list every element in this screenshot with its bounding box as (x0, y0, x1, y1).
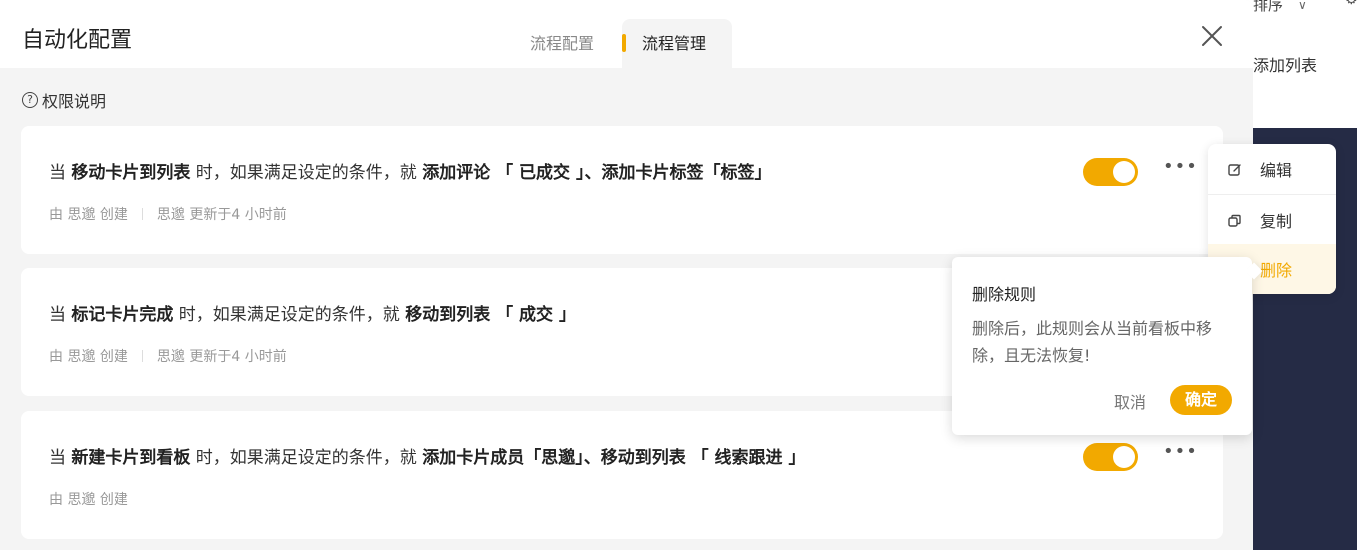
toggle-knob (1113, 446, 1135, 468)
meta-divider (141, 208, 143, 220)
rule-description: 当 新建卡片到看板 时，如果满足设定的条件，就 添加卡片成员「思邈」、移动到列表… (49, 443, 805, 468)
rule-action: 添加评论 「 已成交 」、添加卡片标签「标签」 (422, 163, 772, 183)
rule-prefix: 当 (49, 163, 72, 183)
rule-card: 当 移动卡片到列表 时，如果满足设定的条件，就 添加评论 「 已成交 」、添加卡… (21, 126, 1223, 254)
cancel-button[interactable]: 取消 (1114, 389, 1146, 413)
rule-meta: 由 思邈 创建 (49, 489, 128, 509)
tab-flow-manage-label: 流程管理 (642, 34, 707, 53)
popover-message: 删除后，此规则会从当前看板中移除，且无法恢复! (972, 319, 1213, 365)
rule-description: 当 移动卡片到列表 时，如果满足设定的条件，就 添加评论 「 已成交 」、添加卡… (49, 158, 771, 183)
rule-prefix: 当 (49, 448, 72, 468)
delete-confirm-popover: 删除规则 删除后，此规则会从当前看板中移除，且无法恢复! 取消 确定 (952, 257, 1263, 435)
active-tab-indicator (622, 34, 626, 52)
rule-action: 移动到列表 「 成交 」 (405, 305, 576, 325)
menu-item-delete-label: 删除 (1260, 261, 1293, 280)
chevron-down-icon[interactable]: ∨ (1298, 0, 1307, 12)
menu-item-copy[interactable]: 复制 (1208, 194, 1336, 244)
rule-creator: 由 思邈 创建 (49, 207, 128, 223)
sort-label[interactable]: 排序 (1253, 0, 1283, 15)
rule-trigger: 标记卡片完成 (71, 305, 174, 325)
rule-middle: 时，如果满足设定的条件，就 (190, 163, 423, 183)
copy-icon (1228, 213, 1242, 227)
settings-icon[interactable]: ⚙ (1345, 0, 1357, 8)
question-icon: ? (22, 92, 38, 108)
edit-icon (1228, 162, 1242, 176)
toggle-knob (1113, 161, 1135, 183)
tab-flow-config[interactable]: 流程配置 (510, 19, 614, 68)
menu-item-copy-label: 复制 (1260, 211, 1293, 231)
rule-middle: 时，如果满足设定的条件，就 (173, 305, 406, 325)
rule-action: 添加卡片成员「思邈」、移动到列表 「 线索跟进 」 (422, 448, 806, 468)
rule-middle: 时，如果满足设定的条件，就 (190, 448, 423, 468)
meta-divider (141, 350, 143, 362)
rule-meta: 由 思邈 创建 思邈 更新于4 小时前 (49, 204, 287, 224)
rule-creator: 由 思邈 创建 (49, 349, 128, 365)
menu-item-edit[interactable]: 编辑 (1208, 144, 1336, 194)
more-options-icon[interactable]: ••• (1163, 158, 1197, 180)
rule-enable-toggle[interactable] (1083, 443, 1138, 471)
more-options-icon[interactable]: ••• (1163, 443, 1197, 465)
modal-title: 自动化配置 (22, 28, 133, 53)
modal-header: 自动化配置 流程配置 流程管理 (0, 0, 1253, 68)
rule-updated: 思邈 更新于4 小时前 (156, 349, 287, 365)
rule-description: 当 标记卡片完成 时，如果满足设定的条件，就 移动到列表 「 成交 」 (49, 300, 576, 325)
add-list-button[interactable]: 添加列表 (1253, 52, 1317, 76)
rule-trigger: 新建卡片到看板 (71, 448, 191, 468)
permission-info-link[interactable]: ? 权限说明 (22, 88, 106, 112)
popover-title: 删除规则 (972, 285, 1037, 304)
menu-item-edit-label: 编辑 (1260, 161, 1293, 180)
rule-creator: 由 思邈 创建 (49, 492, 128, 508)
rule-prefix: 当 (49, 305, 72, 325)
tab-flow-manage[interactable]: 流程管理 (622, 19, 732, 68)
close-icon[interactable] (1198, 22, 1226, 50)
rule-trigger: 移动卡片到列表 (71, 163, 191, 183)
confirm-button[interactable]: 确定 (1170, 385, 1232, 415)
rule-meta: 由 思邈 创建 思邈 更新于4 小时前 (49, 346, 287, 366)
rule-enable-toggle[interactable] (1083, 158, 1138, 186)
rule-updated: 思邈 更新于4 小时前 (156, 207, 287, 223)
permission-label: 权限说明 (42, 92, 107, 111)
